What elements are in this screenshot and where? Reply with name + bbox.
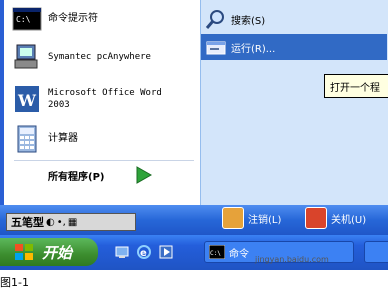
menu-item-label: 运行(R)... — [231, 43, 276, 55]
task-button[interactable] — [364, 241, 388, 263]
keyboard-icon: ▦ — [67, 216, 78, 228]
start-menu-footer: 五笔型 ◐ •, ▦ — [0, 205, 388, 235]
menu-item-cmd[interactable]: C:\ 命令提示符 — [4, 0, 200, 38]
menu-item-calculator[interactable]: 计算器 — [4, 120, 200, 158]
logoff-icon[interactable] — [222, 207, 244, 229]
figure-caption: 图1-1 — [0, 276, 29, 289]
screenshot: C:\ 命令提示符 Symantec pcAnywhere W Microsof… — [0, 0, 388, 270]
internet-explorer-icon[interactable]: e — [136, 244, 152, 260]
arrow-right-icon[interactable] — [134, 166, 152, 184]
cmd-icon: C:\ — [12, 7, 42, 31]
cmd-icon: C:\ — [209, 245, 225, 259]
menu-item-label: 计算器 — [48, 133, 78, 144]
word-icon: W — [15, 86, 39, 112]
tooltip: 打开一个程 — [324, 74, 388, 98]
run-icon — [206, 41, 226, 55]
divider — [14, 160, 194, 161]
menu-item-search[interactable]: 搜索(S) — [201, 6, 377, 32]
start-menu-left-pane: C:\ 命令提示符 Symantec pcAnywhere W Microsof… — [4, 0, 200, 205]
logoff-label[interactable]: 注销(L) — [248, 211, 281, 226]
svg-text:C:\: C:\ — [16, 15, 31, 24]
start-button[interactable]: 开始 — [0, 238, 98, 266]
svg-text:C:\: C:\ — [210, 250, 221, 257]
power-icon[interactable] — [305, 207, 327, 229]
svg-text:W: W — [17, 91, 37, 110]
ime-label: 五笔型 — [11, 216, 44, 229]
media-player-icon[interactable] — [158, 244, 174, 260]
punctuation-icon: •, — [56, 216, 66, 228]
calculator-icon — [17, 125, 37, 153]
watermark: jingyan.baidu.com — [255, 255, 329, 264]
windows-logo-icon — [15, 244, 33, 260]
all-programs-label[interactable]: 所有程序(P) — [48, 168, 104, 183]
menu-item-pcanywhere[interactable]: Symantec pcAnywhere — [4, 38, 200, 76]
menu-item-word[interactable]: W Microsoft Office Word 2003 — [4, 78, 200, 120]
menu-item-label: Symantec pcAnywhere — [48, 52, 151, 62]
menu-item-label: Microsoft Office Word 2003 — [48, 88, 162, 110]
svg-text:e: e — [140, 248, 147, 259]
menu-item-label: 命令提示符 — [48, 13, 98, 24]
ime-toolbar[interactable]: 五笔型 ◐ •, ▦ — [6, 213, 136, 231]
task-button-label: 命令 — [229, 248, 249, 260]
start-menu-right-pane: 搜索(S) 运行(R)... — [200, 0, 388, 205]
start-label: 开始 — [42, 243, 73, 262]
show-desktop-icon[interactable] — [114, 244, 130, 260]
menu-item-run[interactable]: 运行(R)... — [201, 34, 387, 60]
shutdown-label[interactable]: 关机(U) — [331, 211, 366, 226]
menu-item-label: 搜索(S) — [231, 15, 266, 27]
search-icon — [205, 10, 224, 29]
moon-icon: ◐ — [46, 216, 55, 228]
pcanywhere-icon — [14, 44, 38, 69]
